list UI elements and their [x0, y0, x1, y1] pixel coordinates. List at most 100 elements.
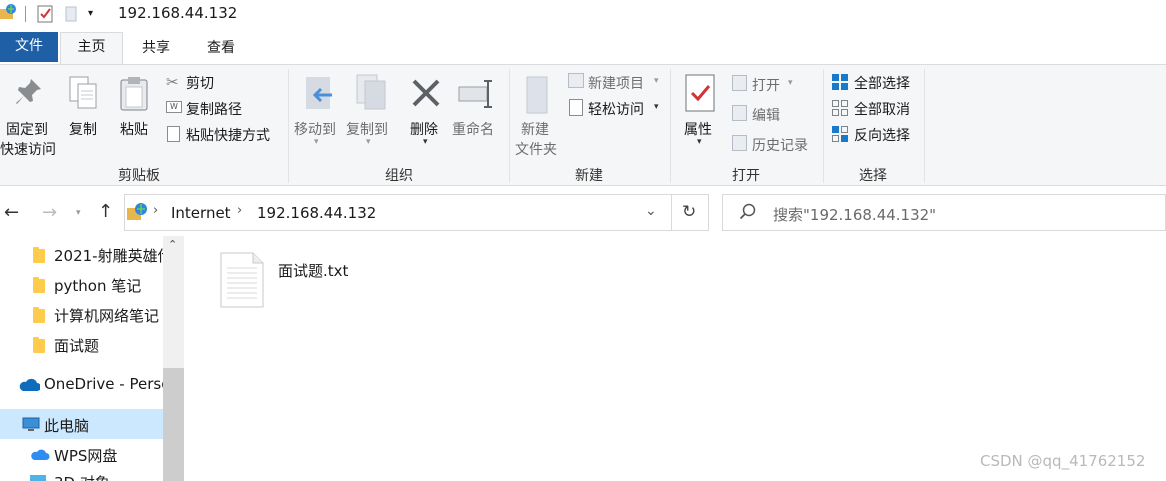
copy-label: 复制 [69, 122, 97, 138]
breadcrumb-chevron-icon[interactable]: › [237, 203, 242, 218]
scroll-up-icon[interactable]: ⌃ [168, 238, 177, 251]
invert-selection-button[interactable]: 反向选择 [828, 123, 920, 145]
tab-file[interactable]: 文件 [0, 32, 58, 62]
folder-icon [33, 307, 45, 323]
ribbon-tabs: 文件 主页 共享 查看 [0, 30, 1166, 65]
edit-label: 编辑 [752, 108, 780, 124]
pin-label-1: 固定到 [6, 122, 48, 138]
paste-shortcut-button[interactable]: 粘贴快捷方式 [162, 123, 282, 145]
3d-objects-icon [30, 475, 46, 481]
new-item-button[interactable]: 新建项目 ▾ [564, 71, 668, 93]
copy-path-button[interactable]: W 复制路径 [162, 97, 262, 119]
edit-button[interactable]: 编辑 [728, 103, 818, 125]
search-icon [739, 202, 757, 224]
paste-button[interactable]: 粘贴 [112, 69, 158, 138]
chevron-down-icon: ▾ [654, 102, 659, 112]
address-bar[interactable]: › Internet › 192.168.44.132 ⌄ [124, 194, 672, 231]
new-folder-label-2: 文件夹 [515, 142, 557, 158]
move-to-button[interactable]: 移动到 ▾ [292, 69, 342, 159]
chevron-down-icon: ▾ [654, 76, 659, 86]
easy-access-button[interactable]: 轻松访问 ▾ [564, 97, 668, 119]
easy-access-label: 轻松访问 [588, 102, 644, 118]
nav-item-this-pc[interactable]: 此电脑 [0, 409, 163, 439]
properties-button[interactable]: 属性 ▾ [676, 69, 724, 159]
wps-cloud-icon [30, 448, 50, 465]
open-group-title: 打开 [732, 168, 760, 184]
copy-button[interactable]: 复制 [64, 69, 106, 138]
paste-shortcut-icon [167, 126, 180, 142]
new-group-title: 新建 [575, 168, 603, 184]
group-separator [288, 69, 289, 183]
search-box[interactable]: 搜索"192.168.44.132" [722, 194, 1166, 231]
breadcrumb-internet[interactable]: Internet [171, 204, 231, 222]
scrollbar-thumb[interactable] [163, 368, 184, 481]
search-placeholder: 搜索"192.168.44.132" [773, 206, 937, 224]
nav-scrollbar[interactable]: ⌃ [163, 236, 184, 481]
chevron-down-icon: ▾ [697, 137, 702, 147]
nav-item-label: WPS网盘 [54, 447, 118, 465]
separator [25, 6, 26, 22]
open-button[interactable]: 打开 ▾ [728, 73, 818, 95]
easy-access-icon [569, 99, 583, 116]
edit-icon [732, 105, 747, 121]
rename-button[interactable]: 重命名 [452, 69, 502, 139]
tab-share[interactable]: 共享 [128, 34, 184, 64]
select-all-button[interactable]: 全部选择 [828, 71, 920, 93]
history-icon [732, 135, 747, 151]
file-name: 面试题.txt [278, 262, 349, 280]
up-arrow-icon[interactable]: ↑ [98, 201, 113, 222]
onedrive-cloud-icon [18, 378, 41, 396]
text-file-icon [220, 252, 264, 312]
delete-button[interactable]: 删除 ▾ [404, 69, 448, 159]
ribbon: 固定到 快速访问 复制 粘贴 ✂ 剪切 W 复制路径 粘贴快捷方式 剪贴板 移动… [0, 64, 1166, 186]
properties-icon [684, 73, 716, 117]
paste-shortcut-label: 粘贴快捷方式 [186, 128, 270, 144]
history-button[interactable]: 历史记录 [728, 133, 820, 155]
file-item[interactable]: 面试题.txt [216, 250, 386, 310]
open-icon [732, 75, 747, 91]
open-label: 打开 [752, 78, 780, 94]
cut-button[interactable]: ✂ 剪切 [162, 71, 232, 93]
rename-icon [458, 79, 496, 113]
refresh-button[interactable]: ↻ [672, 194, 709, 231]
delete-label: 删除 [410, 122, 438, 138]
nav-item-label: 面试题 [54, 337, 100, 355]
refresh-icon: ↻ [682, 202, 697, 222]
forward-arrow-icon[interactable]: → [42, 202, 57, 223]
nav-item-folder[interactable]: 计算机网络笔记 [0, 299, 163, 329]
select-all-label: 全部选择 [854, 76, 910, 92]
back-arrow-icon[interactable]: ← [4, 202, 19, 223]
select-none-label: 全部取消 [854, 102, 910, 118]
group-separator [670, 69, 671, 183]
nav-item-3d-objects[interactable]: 3D 对象 [0, 469, 163, 481]
properties-quick-icon[interactable] [37, 5, 53, 23]
tab-view[interactable]: 查看 [192, 34, 250, 64]
move-to-label: 移动到 [294, 122, 336, 138]
nav-item-folder[interactable]: 2021-射雕英雄传 [0, 239, 163, 269]
breadcrumb-current[interactable]: 192.168.44.132 [257, 204, 376, 222]
select-none-button[interactable]: 全部取消 [828, 97, 920, 119]
new-folder-button[interactable]: 新建 文件夹 [512, 69, 562, 159]
new-item-label: 新建项目 [588, 76, 644, 92]
nav-item-folder[interactable]: 面试题 [0, 329, 163, 359]
pin-to-quick-access-button[interactable]: 固定到 快速访问 [0, 69, 60, 158]
invert-selection-icon [832, 126, 849, 147]
copy-to-button[interactable]: 复制到 ▾ [344, 69, 394, 159]
folder-icon [33, 247, 45, 263]
nav-item-onedrive[interactable]: OneDrive - Personal [0, 369, 163, 399]
new-folder-quick-icon[interactable] [64, 6, 78, 22]
recent-locations-icon[interactable]: ▾ [76, 208, 81, 218]
window-title: 192.168.44.132 [118, 4, 238, 22]
nav-item-label: 计算机网络笔记 [54, 307, 160, 325]
tab-home[interactable]: 主页 [60, 32, 123, 65]
nav-item-label: 2021-射雕英雄传 [54, 247, 163, 265]
breadcrumb-chevron-icon[interactable]: › [153, 203, 158, 218]
address-dropdown-icon[interactable]: ⌄ [645, 203, 657, 219]
nav-item-label: OneDrive - Personal [44, 375, 163, 393]
nav-item-folder[interactable]: python 笔记 [0, 269, 163, 299]
nav-item-wps-drive[interactable]: WPS网盘 [0, 439, 163, 469]
invert-selection-label: 反向选择 [854, 128, 910, 144]
pin-icon [13, 77, 43, 113]
customize-dropdown-icon[interactable]: ▾ [88, 8, 93, 19]
move-to-icon [302, 75, 336, 117]
